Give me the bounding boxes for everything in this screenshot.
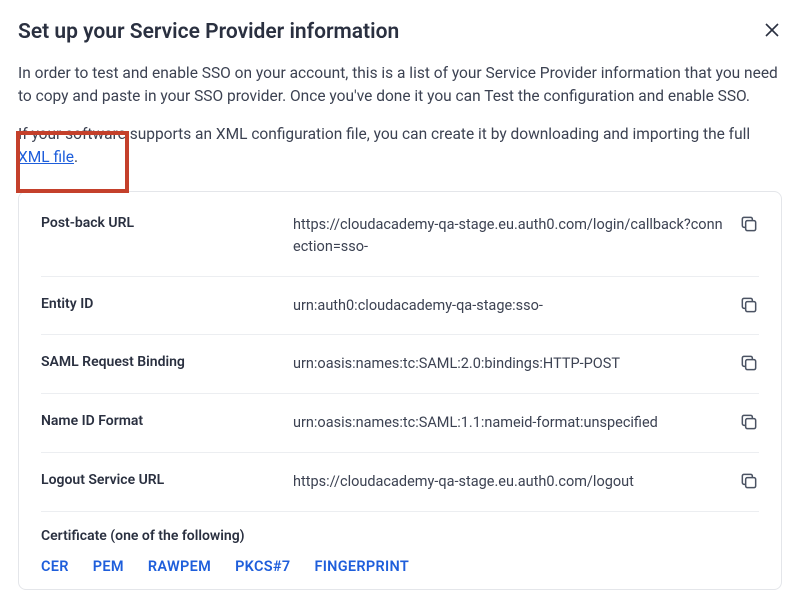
row-logout: Logout Service URL https://cloudacademy-… [41,453,759,512]
cert-label: Certificate (one of the following) [41,528,759,544]
cert-link-fingerprint[interactable]: FINGERPRINT [314,558,409,575]
row-value-logout: https://cloudacademy-qa-stage.eu.auth0.c… [293,471,739,493]
copy-icon [739,295,759,315]
row-label-logout: Logout Service URL [41,471,293,488]
cert-link-pkcs7[interactable]: PKCS#7 [235,558,290,575]
copy-logout-button[interactable] [739,471,759,491]
copy-icon [739,353,759,373]
row-label-postback: Post-back URL [41,214,293,231]
close-icon [764,22,780,38]
row-postback: Post-back URL https://cloudacademy-qa-st… [41,196,759,277]
xml-file-link[interactable]: XML file [18,148,74,166]
copy-saml-button[interactable] [739,353,759,373]
row-label-saml: SAML Request Binding [41,353,293,370]
close-button[interactable] [762,20,782,40]
copy-icon [739,214,759,234]
row-value-entity: urn:auth0:cloudacademy-qa-stage:sso- [293,295,739,317]
copy-icon [739,471,759,491]
cert-link-cer[interactable]: CER [41,558,69,575]
cert-link-rawpem[interactable]: RAWPEM [148,558,211,575]
row-saml: SAML Request Binding urn:oasis:names:tc:… [41,335,759,394]
description-2: If your software supports an XML configu… [18,123,782,170]
row-label-entity: Entity ID [41,295,293,312]
info-card: Post-back URL https://cloudacademy-qa-st… [18,191,782,590]
page-title: Set up your Service Provider information [18,20,399,44]
row-value-postback: https://cloudacademy-qa-stage.eu.auth0.c… [293,214,739,258]
row-nameid: Name ID Format urn:oasis:names:tc:SAML:1… [41,394,759,453]
row-label-nameid: Name ID Format [41,412,293,429]
description-2-prefix: If your software supports an XML configu… [18,125,750,143]
copy-entity-button[interactable] [739,295,759,315]
cert-link-pem[interactable]: PEM [93,558,124,575]
copy-nameid-button[interactable] [739,412,759,432]
row-value-nameid: urn:oasis:names:tc:SAML:1.1:nameid-forma… [293,412,739,434]
copy-icon [739,412,759,432]
row-entity: Entity ID urn:auth0:cloudacademy-qa-stag… [41,277,759,336]
row-value-saml: urn:oasis:names:tc:SAML:2.0:bindings:HTT… [293,353,739,375]
cert-formats: CER PEM RAWPEM PKCS#7 FINGERPRINT [41,558,759,575]
description-2-suffix: . [74,148,78,166]
row-certificate: Certificate (one of the following) CER P… [41,512,759,575]
description-1: In order to test and enable SSO on your … [18,62,782,109]
copy-postback-button[interactable] [739,214,759,234]
